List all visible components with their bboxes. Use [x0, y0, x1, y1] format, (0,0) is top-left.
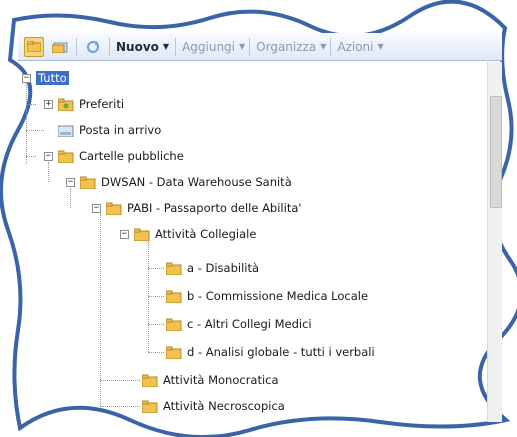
chevron-down-icon: ▼ [320, 42, 327, 51]
tree-connector [100, 380, 140, 381]
organizza-menu-button[interactable]: Organizza ▼ [256, 40, 326, 54]
tree-connector [148, 296, 164, 297]
collapse-icon[interactable]: − [66, 177, 75, 187]
azioni-label: Azioni [337, 39, 374, 54]
tree-node-cartelle-pubbliche[interactable]: − Cartelle pubbliche [44, 146, 184, 166]
tree-node-tutto[interactable]: − Tutto [22, 68, 69, 88]
tree-node-label: DWSAN - Data Warehouse Sanità [101, 175, 292, 189]
tree-node-label: d - Analisi globale - tutti i verbali [187, 345, 375, 359]
inbox-icon [58, 125, 74, 137]
toolbar-separator [330, 37, 332, 56]
aggiungi-label: Aggiungi [182, 39, 236, 54]
folder-icon [134, 228, 150, 241]
folder-tree: − Tutto + Preferiti Posta in arrivo − Ca… [18, 62, 486, 422]
folder-icon [142, 374, 158, 387]
tree-connector [148, 268, 164, 269]
tree-node-label: Attività Collegiale [155, 227, 257, 241]
tree-connector [26, 78, 27, 164]
tree-node-attivita-collegiale[interactable]: − Attività Collegiale [120, 224, 256, 244]
tree-node-d-analisi-globale[interactable]: d - Analisi globale - tutti i verbali [166, 342, 375, 362]
nuovo-menu-button[interactable]: Nuovo ▼ [116, 40, 169, 54]
folder-icon [80, 176, 96, 189]
tree-connector [148, 324, 164, 325]
folder-icon [142, 400, 158, 413]
scrollbar-thumb[interactable] [490, 96, 502, 208]
toolbar: Nuovo ▼ Aggiungi ▼ Organizza ▼ Azioni ▼ [18, 33, 502, 61]
tree-node-attivita-necroscopica[interactable]: Attività Necroscopica [142, 396, 285, 416]
tree-node-posta-in-arrivo[interactable]: Posta in arrivo [58, 120, 161, 140]
toolbar-separator [249, 37, 251, 56]
tree-node-label: PABI - Passaporto delle Abilita' [127, 201, 302, 215]
tree-node-label: Attività Monocratica [163, 373, 279, 387]
tree-node-label: Tutto [36, 71, 69, 85]
azioni-menu-button[interactable]: Azioni ▼ [337, 40, 383, 54]
tree-node-label: c - Altri Collegi Medici [187, 317, 312, 331]
tree-node-label: Posta in arrivo [79, 123, 162, 137]
refresh-button[interactable] [83, 37, 103, 57]
tree-connector [100, 214, 101, 380]
tree-node-pabi[interactable]: − PABI - Passaporto delle Abilita' [92, 198, 302, 218]
folder-icon [58, 150, 74, 163]
toolbar-separator [76, 37, 77, 56]
tree-connector [148, 352, 164, 353]
collapse-icon[interactable]: − [22, 73, 31, 83]
nuovo-label: Nuovo [116, 39, 159, 54]
collapse-icon[interactable]: − [120, 229, 129, 239]
folder-icon [166, 318, 182, 331]
chevron-down-icon: ▼ [162, 42, 170, 51]
tree-node-label: Cartelle pubbliche [79, 149, 184, 163]
tree-node-label: a - Disabilità [187, 261, 260, 275]
tree-node-label: Attività Necroscopica [163, 399, 285, 413]
chevron-down-icon: ▼ [377, 42, 384, 51]
collapse-icon[interactable]: − [44, 151, 53, 161]
expand-icon[interactable]: + [44, 99, 53, 109]
tree-node-attivita-monocratica[interactable]: Attività Monocratica [142, 370, 279, 390]
tree-connector [26, 104, 36, 105]
folder-icon [166, 290, 182, 303]
tree-node-preferiti[interactable]: + Preferiti [44, 94, 124, 114]
folder-icon [166, 346, 182, 359]
tree-connector [26, 156, 36, 157]
tree-node-label: b - Commissione Medica Locale [187, 289, 369, 303]
toolbar-separator [109, 37, 110, 56]
toolbar-separator [175, 37, 177, 56]
folder-icon [27, 41, 41, 52]
aggiungi-menu-button[interactable]: Aggiungi ▼ [182, 40, 245, 54]
folder-open-button[interactable] [50, 37, 70, 57]
chevron-down-icon: ▼ [239, 42, 246, 51]
folder-icon [166, 262, 182, 275]
tree-node-b-commissione[interactable]: b - Commissione Medica Locale [166, 286, 368, 306]
tree-node-c-altri-collegi[interactable]: c - Altri Collegi Medici [166, 314, 312, 334]
refresh-icon [87, 40, 99, 53]
collapse-icon[interactable]: − [92, 203, 101, 213]
folders-icon [52, 42, 68, 53]
tree-node-dwsan[interactable]: − DWSAN - Data Warehouse Sanità [66, 172, 292, 192]
tree-node-label: Preferiti [79, 97, 125, 111]
tree-node-a-disabilita[interactable]: a - Disabilità [166, 258, 259, 278]
tree-connector [26, 130, 44, 131]
folder-icon [106, 202, 122, 215]
favorites-folder-icon [58, 98, 74, 111]
tree-connector [100, 380, 101, 406]
organizza-label: Organizza [256, 39, 317, 54]
tree-connector [100, 406, 140, 407]
folder-view-button[interactable] [24, 36, 44, 57]
